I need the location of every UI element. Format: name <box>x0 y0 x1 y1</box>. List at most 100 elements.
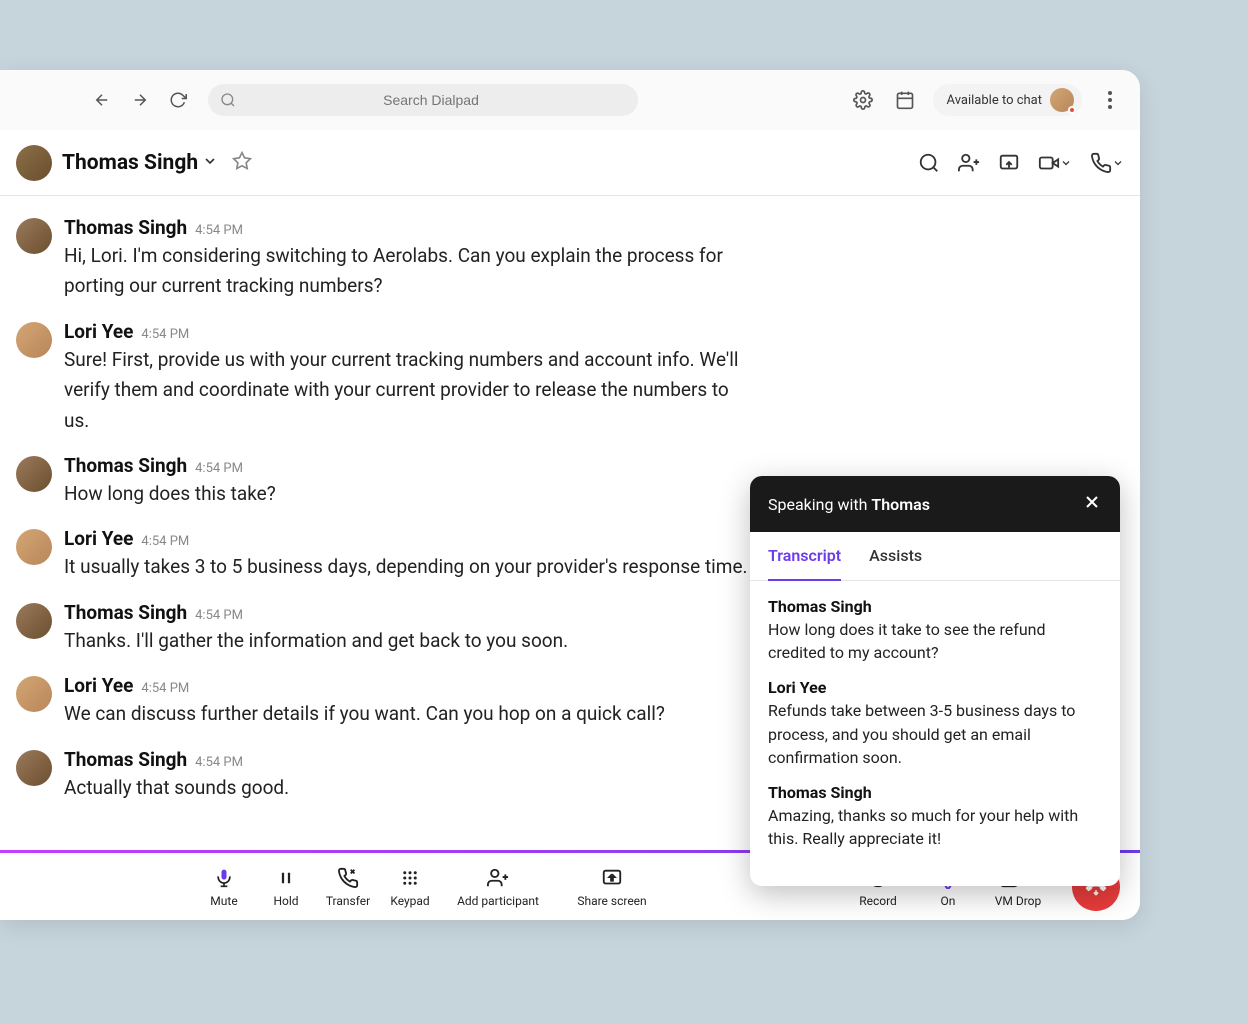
video-icon <box>1038 152 1060 174</box>
message-row: Lori Yee 4:54 PM Sure! First, provide us w… <box>16 320 756 436</box>
add-participant-button[interactable]: Add participant <box>448 866 548 908</box>
search-icon <box>220 92 236 108</box>
transcript-text: Refunds take between 3-5 business days t… <box>768 699 1102 769</box>
dots-vertical-icon <box>1108 91 1112 109</box>
ai-tabs: Transcript Assists <box>750 532 1120 581</box>
keypad-label: Keypad <box>390 894 429 908</box>
message-avatar[interactable] <box>16 750 52 786</box>
message-time: 4:54 PM <box>141 534 189 549</box>
phone-call-button[interactable] <box>1090 152 1124 174</box>
search-input[interactable] <box>236 92 626 108</box>
message-avatar[interactable] <box>16 218 52 254</box>
transcript-entry: Thomas SinghAmazing, thanks so much for … <box>768 783 1102 850</box>
message-author: Thomas Singh <box>64 454 187 477</box>
pause-icon <box>277 869 295 887</box>
title-dropdown-button[interactable] <box>202 153 218 173</box>
search-icon <box>918 152 940 174</box>
ai-header-text: Speaking with Thomas <box>768 495 930 514</box>
video-call-button[interactable] <box>1038 152 1072 174</box>
search-box[interactable] <box>208 84 638 116</box>
message-time: 4:54 PM <box>141 327 189 342</box>
message-author: Lori Yee <box>64 674 133 697</box>
transfer-icon <box>337 867 359 889</box>
tab-transcript[interactable]: Transcript <box>768 532 841 581</box>
message-avatar[interactable] <box>16 456 52 492</box>
message-text: It usually takes 3 to 5 business days, d… <box>64 552 756 582</box>
arrow-left-icon <box>93 91 111 109</box>
arrow-right-icon <box>131 91 149 109</box>
gear-icon <box>853 90 873 110</box>
message-time: 4:54 PM <box>195 608 243 623</box>
message-row: Thomas Singh 4:54 PM Thanks. I'll gather t… <box>16 601 756 656</box>
contact-avatar[interactable] <box>16 145 52 181</box>
add-people-button[interactable] <box>958 152 980 174</box>
refresh-icon <box>169 91 187 109</box>
message-text: We can discuss further details if you wa… <box>64 699 756 729</box>
ai-panel-header: Speaking with Thomas <box>750 476 1120 532</box>
transcript-entry: Lori Yee Refunds take between 3-5 busines… <box>768 678 1102 769</box>
keypad-button[interactable]: Keypad <box>386 866 434 908</box>
transfer-button[interactable]: Transfer <box>324 866 372 908</box>
settings-button[interactable] <box>849 86 877 114</box>
share-button[interactable] <box>998 152 1020 174</box>
message-avatar[interactable] <box>16 603 52 639</box>
message-author: Lori Yee <box>64 527 133 550</box>
chevron-down-icon <box>1060 157 1072 169</box>
nav-forward-button[interactable] <box>126 86 154 114</box>
tab-assists[interactable]: Assists <box>869 532 922 580</box>
transfer-label: Transfer <box>326 894 370 908</box>
transcript-entry: Thomas Singh How long does it take to see… <box>768 597 1102 664</box>
message-row: Thomas Singh 4:54 PM Hi, Lori. I'm conside… <box>16 216 756 302</box>
more-menu-button[interactable] <box>1096 86 1124 114</box>
conversation-title[interactable]: Thomas Singh <box>62 151 198 175</box>
message-avatar[interactable] <box>16 322 52 358</box>
message-text: How long does this take? <box>64 479 756 509</box>
add-participant-label: Add participant <box>457 894 539 908</box>
message-row: Lori Yee4:54 PMWe can discuss further de… <box>16 674 756 729</box>
message-author: Lori Yee <box>64 320 133 343</box>
mute-button[interactable]: Mute <box>200 866 248 908</box>
message-author: Thomas Singh <box>64 216 187 239</box>
ai-panel: Speaking with Thomas Transcript Assists … <box>750 476 1120 886</box>
message-row: Thomas Singh4:54 PMHow long does this ta… <box>16 454 756 509</box>
transcript-text: Amazing, thanks so much for your help wi… <box>768 804 1102 850</box>
message-text: Hi, Lori. I'm considering switching to A… <box>64 241 756 302</box>
share-screen-icon <box>998 152 1020 174</box>
transcript-text: How long does it take to see the refund … <box>768 618 1102 664</box>
status-text: Available to chat <box>947 93 1042 108</box>
mute-label: Mute <box>210 894 237 908</box>
ai-close-button[interactable] <box>1082 492 1102 516</box>
vm-drop-label: VM Drop <box>995 894 1042 908</box>
hold-label: Hold <box>273 894 298 908</box>
search-conversation-button[interactable] <box>918 152 940 174</box>
top-bar: Available to chat <box>0 70 1140 130</box>
status-pill[interactable]: Available to chat <box>933 84 1082 116</box>
transcript-speaker: Thomas Singh <box>768 597 1102 616</box>
favorite-button[interactable] <box>232 151 252 175</box>
message-avatar[interactable] <box>16 676 52 712</box>
conversation-header: Thomas Singh <box>0 130 1140 196</box>
message-text: Sure! First, provide us with your curren… <box>64 345 756 436</box>
status-dot-icon <box>1068 106 1076 114</box>
message-time: 4:54 PM <box>195 223 243 238</box>
chevron-down-icon <box>202 153 218 169</box>
ai-transcript-content[interactable]: Thomas Singh How long does it take to see… <box>750 581 1120 886</box>
message-row: Thomas Singh4:54 PMActually that sounds … <box>16 748 756 803</box>
nav-back-button[interactable] <box>88 86 116 114</box>
refresh-button[interactable] <box>164 86 192 114</box>
message-author: Thomas Singh <box>64 748 187 771</box>
message-avatar[interactable] <box>16 529 52 565</box>
phone-icon <box>1090 152 1112 174</box>
ai-label: On <box>941 894 956 908</box>
microphone-icon <box>214 867 234 889</box>
message-text: Thanks. I'll gather the information and … <box>64 626 756 656</box>
share-screen-icon <box>601 867 623 889</box>
user-avatar[interactable] <box>1050 88 1074 112</box>
share-screen-button[interactable]: Share screen <box>562 866 662 908</box>
hold-button[interactable]: Hold <box>262 866 310 908</box>
calendar-button[interactable] <box>891 86 919 114</box>
chevron-down-icon <box>1112 157 1124 169</box>
message-author: Thomas Singh <box>64 601 187 624</box>
transcript-speaker: Lori Yee <box>768 678 1102 697</box>
share-screen-label: Share screen <box>577 894 646 908</box>
